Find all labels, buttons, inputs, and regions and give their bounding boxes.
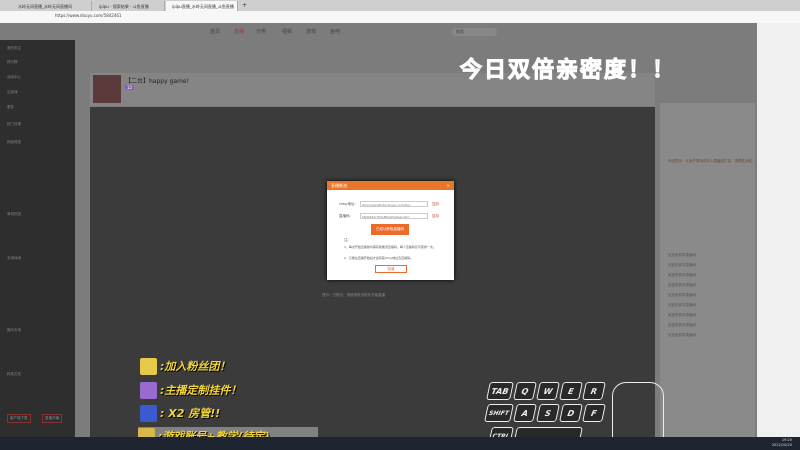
code-label: 直播码: xyxy=(339,214,351,218)
chat-message: 欢迎来到本直播间 xyxy=(668,283,696,287)
nav-game[interactable]: 游戏 xyxy=(306,28,316,35)
sidebar-section[interactable]: 娱乐天地 xyxy=(7,328,21,333)
dialog-header: 直播推流 × xyxy=(327,181,454,190)
code-field[interactable]: 5842461rYb5vBtGQ?wsSecret= xyxy=(360,213,428,219)
sidebar-section[interactable]: 手游休闲 xyxy=(7,256,21,261)
chat-message: 欢迎来到本直播间 xyxy=(668,313,696,317)
key-a: A xyxy=(513,404,537,422)
caption-text: :主播定制挂件！ xyxy=(160,384,242,397)
chat-message: 欢迎来到本直播间 xyxy=(668,333,696,337)
copy-rtmp-link[interactable]: 复制 xyxy=(432,202,439,207)
key-q: Q xyxy=(513,382,537,400)
sidebar-section[interactable]: 单机热游 xyxy=(7,212,21,217)
nav-live[interactable]: 直播 xyxy=(234,28,244,35)
tab-1[interactable]: 水岭无间直播_水岭无间直播间 xyxy=(12,1,92,11)
tab-3[interactable]: ipipu直播_水岭无间直播_斗鱼直播 xyxy=(166,1,238,11)
chat-message: 欢迎来到本直播间 xyxy=(668,253,696,257)
sidebar-item-rank[interactable]: 排行榜 xyxy=(7,60,18,65)
chat-message: 欢迎来到本直播间 xyxy=(668,323,696,327)
chat-message: 欢迎来到本直播间 xyxy=(668,273,696,277)
caption-text: :加入粉丝团！ xyxy=(160,360,231,373)
push-stream-dialog: 直播推流 × rtmp地址: rtmp://sendtc3a.douyu.com/… xyxy=(327,181,454,280)
pendant-icon xyxy=(140,381,157,399)
taskbar xyxy=(0,437,800,450)
sidebar: 我的关注 排行榜 活动中心 云游戏 更多 热门分类 网游竞技 单机热游 手游休闲… xyxy=(0,40,75,437)
ok-button[interactable]: 知道 xyxy=(375,265,407,273)
download-client-button[interactable]: 客户端下载 xyxy=(7,414,31,423)
get-code-button[interactable]: 已成功获取直播码 xyxy=(371,224,409,235)
key-r: R xyxy=(582,382,606,400)
sidebar-item-events[interactable]: 活动中心 xyxy=(7,75,21,80)
rtmp-field[interactable]: rtmp://sendtc3a.douyu.com/live xyxy=(360,201,428,207)
copy-code-link[interactable]: 复制 xyxy=(432,214,439,219)
tab-bar: 水岭无间直播_水岭无间直播间 ipipu - 搜索结果 - 斗鱼直播 ipipu… xyxy=(0,0,800,11)
caption-text: : X2 房管!! xyxy=(160,407,221,420)
note-2: 2、只能在直播开始后才会获取rtmp地址及直播码。 xyxy=(344,256,414,260)
sidebar-section[interactable]: 热门分类 xyxy=(7,122,21,127)
nav-home[interactable]: 首页 xyxy=(210,28,220,35)
note-1: 1、每次开始直播前均需获取推流直播码，每个直播码仅可使用一次。 xyxy=(344,245,436,249)
sidebar-item-follow[interactable]: 我的关注 xyxy=(7,46,21,51)
url-field[interactable]: https://www.douyu.com/5842461 xyxy=(55,13,121,18)
chat-notice: 系统提示：斗鱼严禁未成年人直播或打赏，请理性消费。 xyxy=(668,159,756,163)
caption-2: :主播定制挂件！ xyxy=(140,381,241,399)
key-e: E xyxy=(559,382,583,400)
rtmp-label: rtmp地址: xyxy=(339,202,356,206)
caption-3: : X2 房管!! xyxy=(140,404,220,422)
fan-badge-icon xyxy=(140,357,157,375)
chat-panel: 系统提示：斗鱼严禁未成年人直播或打赏，请理性消费。 欢迎来到本直播间 欢迎来到本… xyxy=(660,103,756,437)
chat-message: 欢迎来到本直播间 xyxy=(668,303,696,307)
chat-message: 欢迎来到本直播间 xyxy=(668,293,696,297)
sidebar-section[interactable]: 科技文化 xyxy=(7,372,21,377)
key-shift: SHIFT xyxy=(484,404,514,422)
search-input[interactable]: 搜索 xyxy=(452,28,497,36)
start-live-button[interactable]: 直播开播 xyxy=(42,414,62,423)
caption-1: :加入粉丝团！ xyxy=(140,357,230,375)
nav-video[interactable]: 视频 xyxy=(282,28,292,35)
dialog-title: 直播推流 xyxy=(331,183,347,188)
key-f: F xyxy=(582,404,606,422)
sidebar-item-more[interactable]: 更多 xyxy=(7,105,14,110)
key-d: D xyxy=(559,404,583,422)
close-icon[interactable]: × xyxy=(447,183,450,188)
browser-side-panel xyxy=(757,23,800,437)
key-tab: TAB xyxy=(486,382,514,400)
system-clock: 19:20 2022/10/20 xyxy=(772,438,792,448)
chat-message: 欢迎来到本直播间 xyxy=(668,263,696,267)
video-hint: 提示：已推流，请使用推流软件开始直播 xyxy=(322,293,385,297)
promo-overlay-text: 今日双倍亲密度！！ xyxy=(459,58,677,84)
stream-title: 【二台】happy game! xyxy=(125,78,189,85)
new-tab-button[interactable]: + xyxy=(240,1,249,11)
key-w: W xyxy=(536,382,560,400)
key-s: S xyxy=(536,404,560,422)
tab-2[interactable]: ipipu - 搜索结果 - 斗鱼直播 xyxy=(93,1,165,11)
level-badge: 12 xyxy=(125,85,135,90)
streamer-avatar[interactable] xyxy=(93,75,121,103)
rocket-icon xyxy=(140,404,157,422)
nav-category[interactable]: 分类 xyxy=(256,28,266,35)
nav-yuba[interactable]: 鱼吧 xyxy=(330,28,340,35)
notes-title: 注: xyxy=(344,238,349,242)
sidebar-section[interactable]: 网游竞技 xyxy=(7,140,21,145)
clock-date: 2022/10/20 xyxy=(771,443,792,447)
sidebar-item-cloudgame[interactable]: 云游戏 xyxy=(7,90,18,95)
